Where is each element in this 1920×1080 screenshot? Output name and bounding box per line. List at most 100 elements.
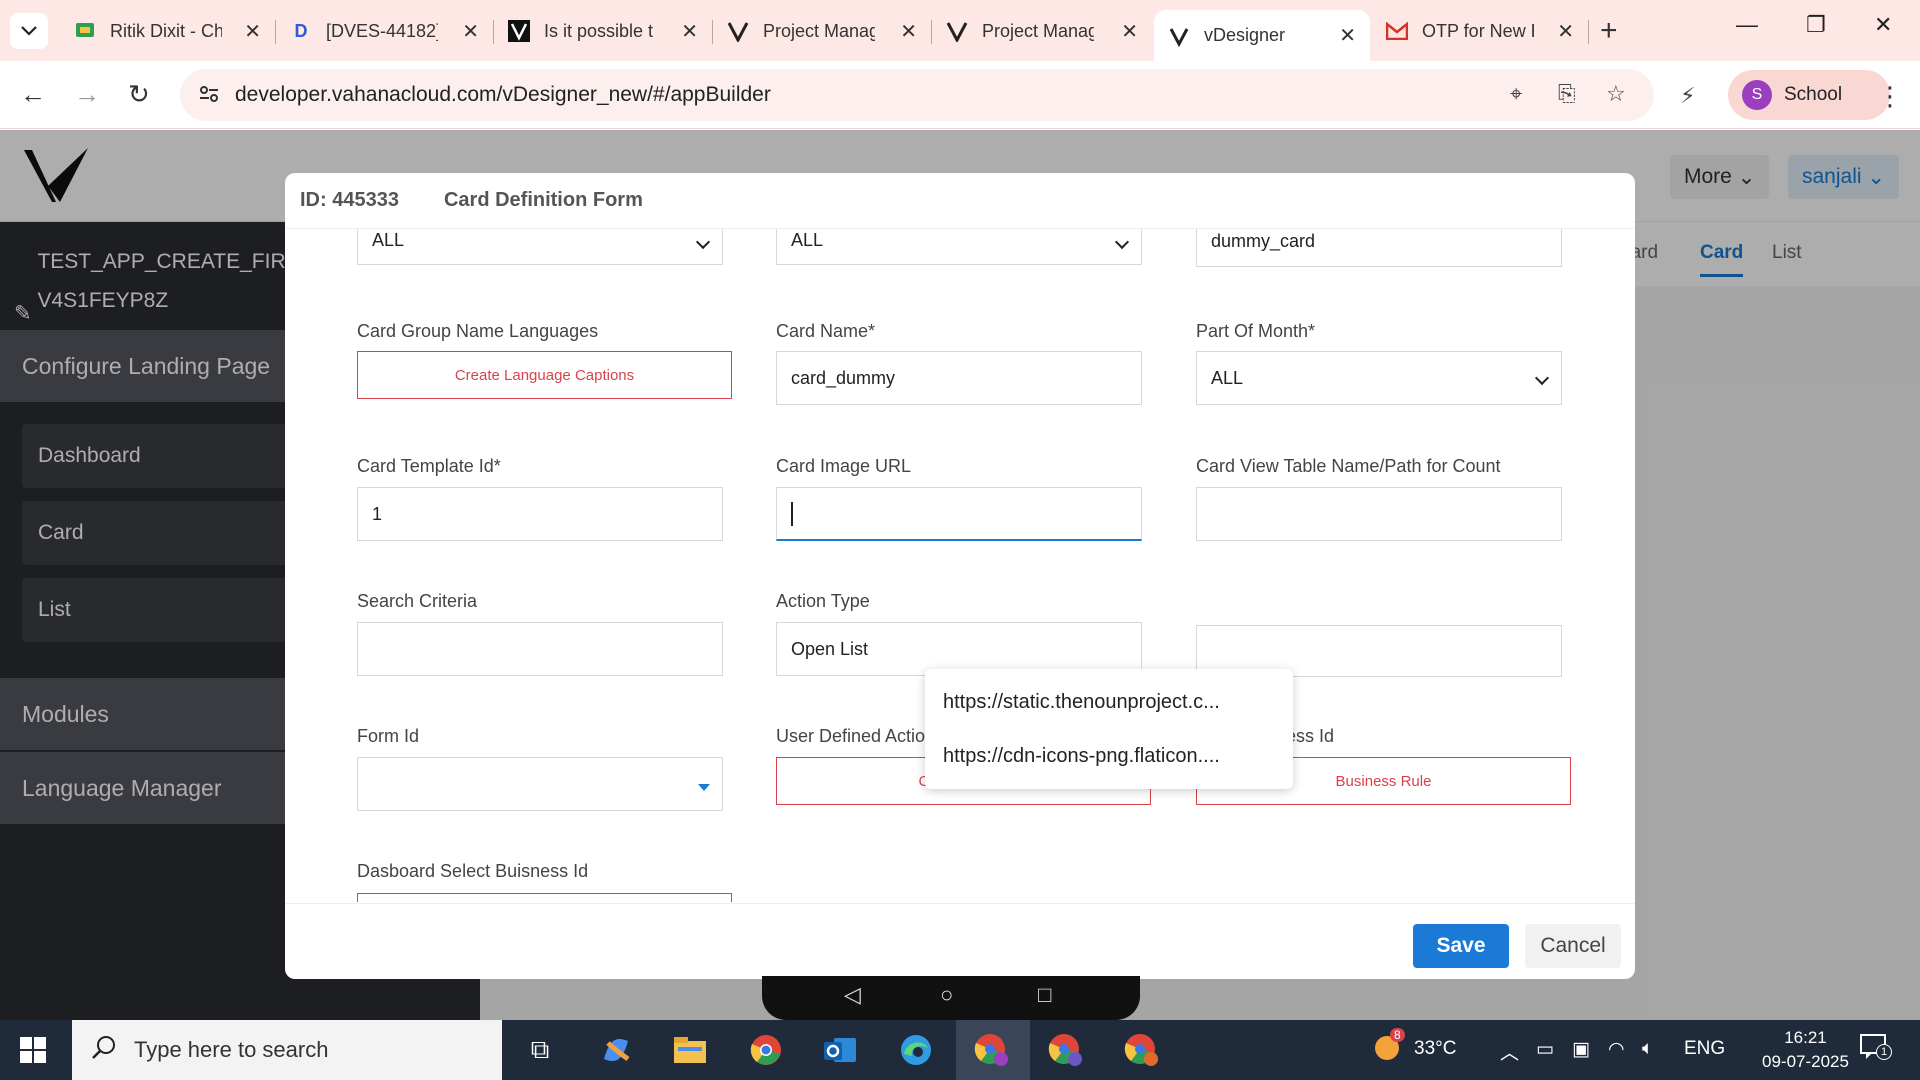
chrome-profile-s-icon[interactable] xyxy=(974,1032,1010,1068)
search-criteria-input[interactable] xyxy=(357,622,723,676)
browser-toolbar: ← → ↻ developer.vahanacloud.com/vDesigne… xyxy=(0,61,1920,129)
select-value: ALL xyxy=(372,229,405,250)
tab-dves[interactable]: D [DVES-44182] ✕ xyxy=(276,8,493,54)
close-icon[interactable]: ✕ xyxy=(244,19,261,44)
weather-icon[interactable]: 8 xyxy=(1372,1028,1405,1068)
extension-icon[interactable]: ⚡ xyxy=(1680,83,1695,109)
tab-project-manag-2[interactable]: Project Manag ✕ xyxy=(932,8,1152,54)
v-icon xyxy=(1168,25,1190,47)
gmail-icon xyxy=(1386,20,1408,42)
site-info-icon[interactable] xyxy=(198,83,220,110)
card-name-input[interactable]: card_dummy xyxy=(776,351,1142,405)
nav-recents-icon[interactable]: □ xyxy=(1038,982,1051,1008)
action-type-select[interactable]: Open List xyxy=(776,622,1142,676)
battery-icon[interactable]: ▭ xyxy=(1536,1038,1554,1061)
search-placeholder: Type here to search xyxy=(134,1037,329,1062)
filter-select-1[interactable]: ALL xyxy=(357,229,723,265)
forward-icon[interactable]: → xyxy=(74,79,100,110)
new-tab-button[interactable]: + xyxy=(1600,14,1618,48)
modal-footer: Save Cancel xyxy=(285,903,1635,979)
tab-is-it-possible[interactable]: Is it possible t ✕ xyxy=(494,8,712,54)
filter-select-2[interactable]: ALL xyxy=(776,229,1142,265)
card-view-table-label: Card View Table Name/Path for Count xyxy=(1196,456,1501,476)
tab-ritik-dixit[interactable]: Ritik Dixit - Ch ✕ xyxy=(60,8,275,54)
v-icon xyxy=(727,20,749,42)
notifications-icon[interactable]: 1 xyxy=(1860,1034,1892,1066)
select-value: ALL xyxy=(791,229,824,250)
cancel-button[interactable]: Cancel xyxy=(1525,924,1621,968)
weather-badge: 8 xyxy=(1390,1028,1405,1042)
tab-search-button[interactable] xyxy=(10,13,48,49)
outlook-icon[interactable] xyxy=(822,1032,858,1068)
card-code-input[interactable]: dummy_card xyxy=(1196,229,1562,267)
emulator-nav-bar: ◁ ○ □ xyxy=(762,976,1140,1020)
search-icon xyxy=(92,1035,116,1065)
profile-button[interactable]: S School xyxy=(1728,70,1890,120)
form-id-label: Form Id xyxy=(357,726,420,746)
close-icon[interactable]: ✕ xyxy=(681,19,698,44)
nav-back-icon[interactable]: ◁ xyxy=(844,982,861,1008)
window-close-icon[interactable]: ✕ xyxy=(1874,12,1892,38)
notification-count: 1 xyxy=(1876,1044,1892,1060)
temperature: 33°C xyxy=(1414,1038,1457,1059)
part-of-month-label: Part Of Month* xyxy=(1196,321,1316,341)
reload-icon[interactable]: ↻ xyxy=(128,79,150,110)
caret-down-icon xyxy=(698,784,710,791)
clock-time: 16:21 xyxy=(1784,1028,1827,1047)
close-icon[interactable]: ✕ xyxy=(1339,23,1356,48)
menu-icon[interactable]: ⋮ xyxy=(1877,81,1903,112)
nav-home-icon[interactable]: ○ xyxy=(940,982,953,1008)
chrome-profile-k-icon[interactable] xyxy=(1048,1032,1084,1068)
language-indicator[interactable]: ENG xyxy=(1684,1038,1725,1060)
tab-separator xyxy=(1588,20,1589,44)
volume-icon[interactable]: 🔈︎ xyxy=(1642,1038,1653,1060)
suggestion-item[interactable]: https://static.thenounproject.c... xyxy=(943,691,1220,714)
taskbar-search-box[interactable]: Type here to search xyxy=(72,1020,502,1080)
tab-vdesigner[interactable]: vDesigner ✕ xyxy=(1154,10,1370,61)
card-view-table-input[interactable] xyxy=(1196,487,1562,541)
restore-icon[interactable]: ❐ xyxy=(1806,12,1826,38)
close-icon[interactable]: ✕ xyxy=(1121,19,1138,44)
file-explorer-icon[interactable] xyxy=(672,1032,708,1068)
url-text: developer.vahanacloud.com/vDesigner_new/… xyxy=(235,83,771,106)
card-definition-modal: ID: 445333 Card Definition Form ALL ALL … xyxy=(285,173,1635,979)
form-id-select[interactable] xyxy=(357,757,723,811)
input-value: dummy_card xyxy=(1211,230,1316,251)
save-button[interactable]: Save xyxy=(1413,924,1509,968)
translate-icon[interactable]: ⎘ xyxy=(1558,81,1576,107)
card-name-label: Card Name* xyxy=(776,321,876,341)
copilot-icon[interactable] xyxy=(598,1032,634,1068)
windows-taskbar: Type here to search ⧉ 8 33°C ︿ ▭ ▣ ◠ 🔈︎ … xyxy=(0,1020,1920,1080)
wifi-icon[interactable]: ◠ xyxy=(1608,1038,1625,1061)
windows-start-icon[interactable] xyxy=(20,1037,46,1068)
card-template-id-input[interactable]: 1 xyxy=(357,487,723,541)
tab-title: [DVES-44182] xyxy=(326,20,438,41)
minimize-icon[interactable]: — xyxy=(1736,12,1758,38)
v-icon xyxy=(508,20,530,42)
modal-body: ALL ALL dummy_card Card Group Name Langu… xyxy=(285,229,1635,902)
create-language-captions-button[interactable]: Create Language Captions xyxy=(357,351,732,399)
tab-project-manag-1[interactable]: Project Manag ✕ xyxy=(713,8,931,54)
location-icon[interactable]: ⌖ xyxy=(1510,81,1522,107)
edge-icon[interactable] xyxy=(898,1032,934,1068)
modal-header: ID: 445333 Card Definition Form xyxy=(285,173,1635,229)
card-image-url-input[interactable] xyxy=(776,487,1142,541)
part-of-month-select[interactable]: ALL xyxy=(1196,351,1562,405)
input-value: 1 xyxy=(372,503,383,524)
back-icon[interactable]: ← xyxy=(20,79,46,110)
close-icon[interactable]: ✕ xyxy=(1557,19,1574,44)
close-icon[interactable]: ✕ xyxy=(900,19,917,44)
dashboard-select-business-id-label: Dasboard Select Buisness Id xyxy=(357,861,589,881)
dashboard-select-business-rule-button[interactable] xyxy=(357,893,732,902)
chrome-profile-e-icon[interactable] xyxy=(1124,1032,1160,1068)
tab-otp[interactable]: OTP for New F ✕ xyxy=(1372,8,1588,54)
star-icon[interactable]: ☆ xyxy=(1606,81,1626,107)
address-bar[interactable]: developer.vahanacloud.com/vDesigner_new/… xyxy=(180,69,1654,121)
show-hidden-icons-icon[interactable]: ︿ xyxy=(1500,1038,1519,1065)
close-icon[interactable]: ✕ xyxy=(462,19,479,44)
suggestion-item[interactable]: https://cdn-icons-png.flaticon.... xyxy=(943,745,1220,768)
taskbar-clock[interactable]: 16:21 09-07-2025 xyxy=(1762,1026,1849,1074)
display-icon[interactable]: ▣ xyxy=(1572,1038,1590,1061)
task-view-icon[interactable]: ⧉ xyxy=(522,1032,558,1068)
chrome-icon[interactable] xyxy=(748,1032,784,1068)
